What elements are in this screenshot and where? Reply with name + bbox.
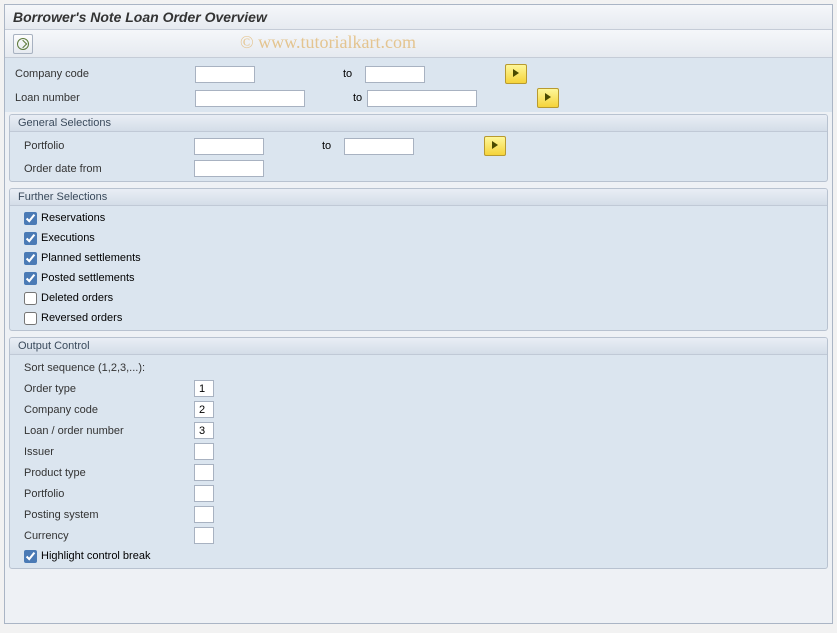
order-date-from-input[interactable] bbox=[194, 160, 264, 177]
output-control-header: Output Control bbox=[10, 338, 827, 355]
company-code-from-input[interactable] bbox=[195, 66, 255, 83]
deleted-orders-checkbox[interactable] bbox=[24, 292, 37, 305]
output-company-code-label: Company code bbox=[24, 404, 194, 416]
loan-number-to-input[interactable] bbox=[367, 90, 477, 107]
output-portfolio-label: Portfolio bbox=[24, 488, 194, 500]
further-selections-group: Further Selections Reservations Executio… bbox=[9, 188, 828, 331]
toolbar bbox=[5, 30, 832, 58]
loan-number-label: Loan number bbox=[15, 92, 195, 104]
portfolio-to-label: to bbox=[314, 140, 344, 152]
output-portfolio-input[interactable] bbox=[194, 485, 214, 502]
order-type-label: Order type bbox=[24, 383, 194, 395]
loan-number-row: Loan number to bbox=[5, 86, 832, 110]
highlight-control-break-label: Highlight control break bbox=[41, 550, 150, 562]
portfolio-to-input[interactable] bbox=[344, 138, 414, 155]
executions-checkbox[interactable] bbox=[24, 232, 37, 245]
loan-order-number-input[interactable] bbox=[194, 422, 214, 439]
output-control-group: Output Control Sort sequence (1,2,3,...)… bbox=[9, 337, 828, 569]
order-date-from-label: Order date from bbox=[24, 163, 194, 175]
company-code-to-label: to bbox=[335, 68, 365, 80]
execute-button[interactable] bbox=[13, 34, 33, 54]
sort-sequence-label: Sort sequence (1,2,3,...): bbox=[24, 362, 274, 374]
arrow-right-icon bbox=[545, 92, 551, 104]
issuer-input[interactable] bbox=[194, 443, 214, 460]
posting-system-input[interactable] bbox=[194, 506, 214, 523]
reservations-checkbox[interactable] bbox=[24, 212, 37, 225]
loan-order-number-label: Loan / order number bbox=[24, 425, 194, 437]
issuer-label: Issuer bbox=[24, 446, 194, 458]
order-type-input[interactable] bbox=[194, 380, 214, 397]
executions-label: Executions bbox=[41, 232, 95, 244]
further-selections-header: Further Selections bbox=[10, 189, 827, 206]
posted-settlements-label: Posted settlements bbox=[41, 272, 135, 284]
page-title: Borrower's Note Loan Order Overview bbox=[5, 5, 832, 30]
output-product-type-label: Product type bbox=[24, 467, 194, 479]
reversed-orders-checkbox[interactable] bbox=[24, 312, 37, 325]
portfolio-row: Portfolio to bbox=[10, 134, 827, 158]
deleted-orders-label: Deleted orders bbox=[41, 292, 113, 304]
portfolio-label: Portfolio bbox=[24, 140, 194, 152]
sort-sequence-row: Sort sequence (1,2,3,...): bbox=[10, 357, 827, 378]
planned-settlements-checkbox[interactable] bbox=[24, 252, 37, 265]
main-frame: Borrower's Note Loan Order Overview Comp… bbox=[4, 4, 833, 624]
loan-number-to-label: to bbox=[345, 92, 367, 104]
arrow-right-icon bbox=[513, 68, 519, 80]
reservations-label: Reservations bbox=[41, 212, 105, 224]
loan-number-multi-button[interactable] bbox=[537, 88, 559, 108]
posting-system-label: Posting system bbox=[24, 509, 194, 521]
company-code-label: Company code bbox=[15, 68, 195, 80]
portfolio-multi-button[interactable] bbox=[484, 136, 506, 156]
planned-settlements-label: Planned settlements bbox=[41, 252, 141, 264]
loan-number-from-input[interactable] bbox=[195, 90, 305, 107]
reversed-orders-label: Reversed orders bbox=[41, 312, 122, 324]
output-company-code-input[interactable] bbox=[194, 401, 214, 418]
execute-icon bbox=[17, 38, 29, 50]
product-type-input[interactable] bbox=[194, 464, 214, 481]
currency-input[interactable] bbox=[194, 527, 214, 544]
order-date-from-row: Order date from bbox=[10, 158, 827, 179]
company-code-to-input[interactable] bbox=[365, 66, 425, 83]
portfolio-from-input[interactable] bbox=[194, 138, 264, 155]
highlight-control-break-checkbox[interactable] bbox=[24, 550, 37, 563]
general-selections-group: General Selections Portfolio to Order da… bbox=[9, 114, 828, 182]
posted-settlements-checkbox[interactable] bbox=[24, 272, 37, 285]
arrow-right-icon bbox=[492, 140, 498, 152]
company-code-row: Company code to bbox=[5, 62, 832, 86]
general-selections-header: General Selections bbox=[10, 115, 827, 132]
company-code-multi-button[interactable] bbox=[505, 64, 527, 84]
currency-label: Currency bbox=[24, 530, 194, 542]
